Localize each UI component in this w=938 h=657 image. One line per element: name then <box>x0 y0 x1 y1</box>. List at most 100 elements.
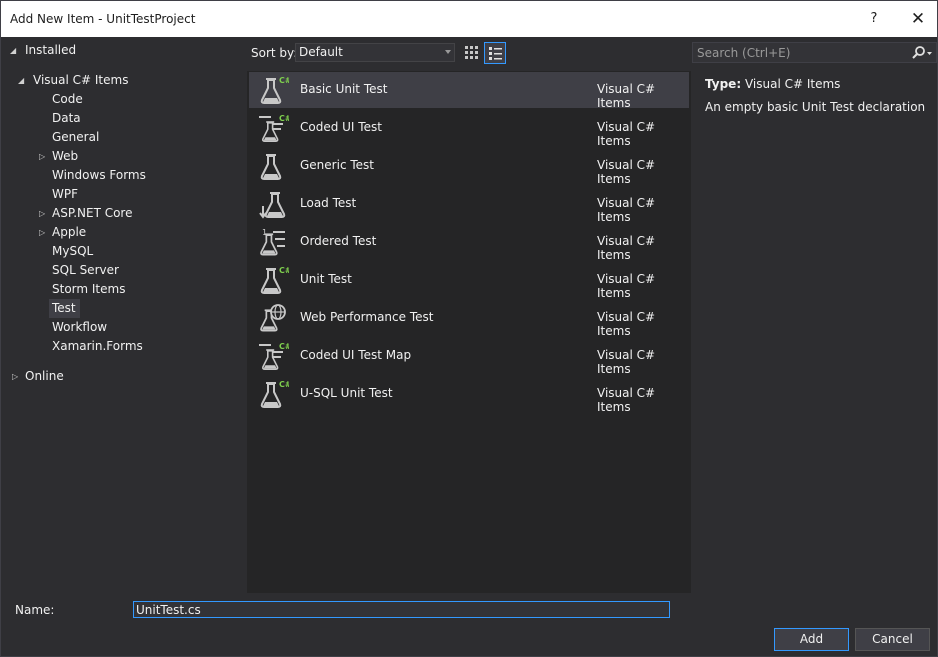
tree-label: Web <box>52 149 79 163</box>
tree-node-test[interactable]: Test <box>49 299 80 318</box>
item-name: Unit Test <box>300 272 352 286</box>
tree-label: Code <box>52 92 83 106</box>
search-input[interactable] <box>697 44 902 61</box>
tree-label: MySQL <box>52 244 94 258</box>
item-category: Visual C# Items <box>597 82 656 110</box>
item-name: Web Performance Test <box>300 310 434 324</box>
sort-by-select[interactable]: Default <box>295 43 455 62</box>
item-name: U-SQL Unit Test <box>300 386 393 400</box>
tree-label: ASP.NET Core <box>52 206 133 220</box>
search-icon[interactable] <box>908 44 934 62</box>
type-row: Type: Visual C# Items <box>705 77 840 91</box>
tree-label: General <box>52 130 100 144</box>
item-name: Coded UI Test <box>300 120 382 134</box>
item-name: Basic Unit Test <box>300 82 388 96</box>
item-name: Coded UI Test Map <box>300 348 412 362</box>
svg-text:C#: C# <box>279 342 289 351</box>
template-tree: ◢ Installed ◢ Visual C# Items Code Data Ge… <box>2 37 246 593</box>
details-pane: Type: Visual C# Items An empty basic Uni… <box>692 71 937 593</box>
tree-label: WPF <box>52 187 79 201</box>
template-item[interactable]: C# U-SQL Unit Test Visual C# Items <box>249 376 689 414</box>
flask-csharp-icon: C# <box>260 266 289 294</box>
load-test-icon <box>259 192 286 219</box>
tree-label: Data <box>52 111 81 125</box>
tree-label: Storm Items <box>52 282 126 296</box>
small-icons-view-button[interactable] <box>484 42 506 64</box>
name-label: Name: <box>15 603 55 617</box>
tree-label: Workflow <box>52 320 108 334</box>
tree-node-windows-forms[interactable]: Windows Forms <box>49 166 146 185</box>
add-new-item-dialog: Add New Item - UnitTestProject ? ✕ ◢ Ins… <box>0 0 938 657</box>
expanded-arrow-icon[interactable]: ◢ <box>18 71 28 90</box>
tree-node-wpf[interactable]: WPF <box>49 185 78 204</box>
tree-node-asp-net-core[interactable]: ▷ ASP.NET Core <box>39 204 133 223</box>
tree-node-storm-items[interactable]: Storm Items <box>49 280 125 299</box>
tree-label: Visual C# Items <box>33 73 129 87</box>
item-category: Visual C# Items <box>597 272 656 300</box>
template-item[interactable]: Generic Test Visual C# Items <box>249 148 689 186</box>
close-button[interactable]: ✕ <box>903 5 933 33</box>
svg-text:C#: C# <box>279 266 289 275</box>
sort-by-value: Default <box>299 45 343 59</box>
dropdown-arrow-icon <box>445 50 451 54</box>
tree-node-general[interactable]: General <box>49 128 99 147</box>
item-category: Visual C# Items <box>597 234 656 262</box>
template-item[interactable]: C# Coded UI Test Map Visual C# Items <box>249 338 689 376</box>
tree-node-workflow[interactable]: Workflow <box>49 318 107 337</box>
tree-label: Test <box>52 301 76 315</box>
tree-node-data[interactable]: Data <box>49 109 81 128</box>
window-title: Add New Item - UnitTestProject <box>10 12 196 26</box>
title-bar: Add New Item - UnitTestProject ? ✕ <box>1 1 937 37</box>
cancel-button[interactable]: Cancel <box>855 628 930 651</box>
item-name: Generic Test <box>300 158 374 172</box>
search-box[interactable] <box>692 42 937 63</box>
tree-node-apple[interactable]: ▷ Apple <box>39 223 87 242</box>
item-category: Visual C# Items <box>597 386 656 414</box>
svg-text:C#: C# <box>279 114 289 123</box>
item-category: Visual C# Items <box>597 120 656 148</box>
tree-node-mysql[interactable]: MySQL <box>49 242 93 261</box>
coded-ui-test-icon: C# <box>259 114 289 143</box>
template-item[interactable]: C# Unit Test Visual C# Items <box>249 262 689 300</box>
svg-text:C#: C# <box>279 380 289 389</box>
collapsed-arrow-icon[interactable]: ▷ <box>12 367 22 386</box>
medium-icons-view-button[interactable] <box>460 42 482 64</box>
template-item[interactable]: Web Performance Test Visual C# Items <box>249 300 689 338</box>
template-list: C# Basic Unit Test Visual C# Items C# Coded … <box>247 71 691 593</box>
svg-text:1: 1 <box>262 228 267 237</box>
web-performance-test-icon <box>260 304 286 332</box>
type-value: Visual C# Items <box>744 77 841 91</box>
help-button[interactable]: ? <box>859 5 889 33</box>
template-item[interactable]: C# Basic Unit Test Visual C# Items <box>249 72 689 110</box>
tree-label: Apple <box>52 225 87 239</box>
tree-label: SQL Server <box>52 263 119 277</box>
tree-label: Xamarin.Forms <box>52 339 143 353</box>
tree-node-web[interactable]: ▷ Web <box>39 147 79 166</box>
tree-label: Installed <box>25 43 77 57</box>
item-name: Load Test <box>300 196 357 210</box>
add-button[interactable]: Add <box>774 628 849 651</box>
template-item[interactable]: 1 Ordered Test Visual C# Items <box>249 224 689 262</box>
collapsed-arrow-icon[interactable]: ▷ <box>39 223 49 242</box>
collapsed-arrow-icon[interactable]: ▷ <box>39 147 49 166</box>
coded-ui-test-icon: C# <box>259 342 289 371</box>
template-item[interactable]: C# Coded UI Test Visual C# Items <box>249 110 689 148</box>
item-category: Visual C# Items <box>597 158 656 186</box>
item-category: Visual C# Items <box>597 310 656 338</box>
type-label: Type: <box>705 77 742 91</box>
tree-node-sql-server[interactable]: SQL Server <box>49 261 119 280</box>
list-view-icon <box>489 47 502 60</box>
tree-label: Online <box>25 369 64 383</box>
grid-view-icon <box>465 46 478 59</box>
collapsed-arrow-icon[interactable]: ▷ <box>39 204 49 223</box>
tree-node-xamarin-forms[interactable]: Xamarin.Forms <box>49 337 143 356</box>
flask-csharp-icon: C# <box>260 76 289 104</box>
sort-by-label: Sort by: <box>251 46 298 60</box>
tree-node-code[interactable]: Code <box>49 90 83 109</box>
flask-csharp-icon: C# <box>260 380 289 408</box>
item-category: Visual C# Items <box>597 348 656 376</box>
template-item[interactable]: Load Test Visual C# Items <box>249 186 689 224</box>
expanded-arrow-icon[interactable]: ◢ <box>10 41 20 60</box>
flask-icon <box>260 154 282 180</box>
name-input[interactable] <box>133 601 670 618</box>
